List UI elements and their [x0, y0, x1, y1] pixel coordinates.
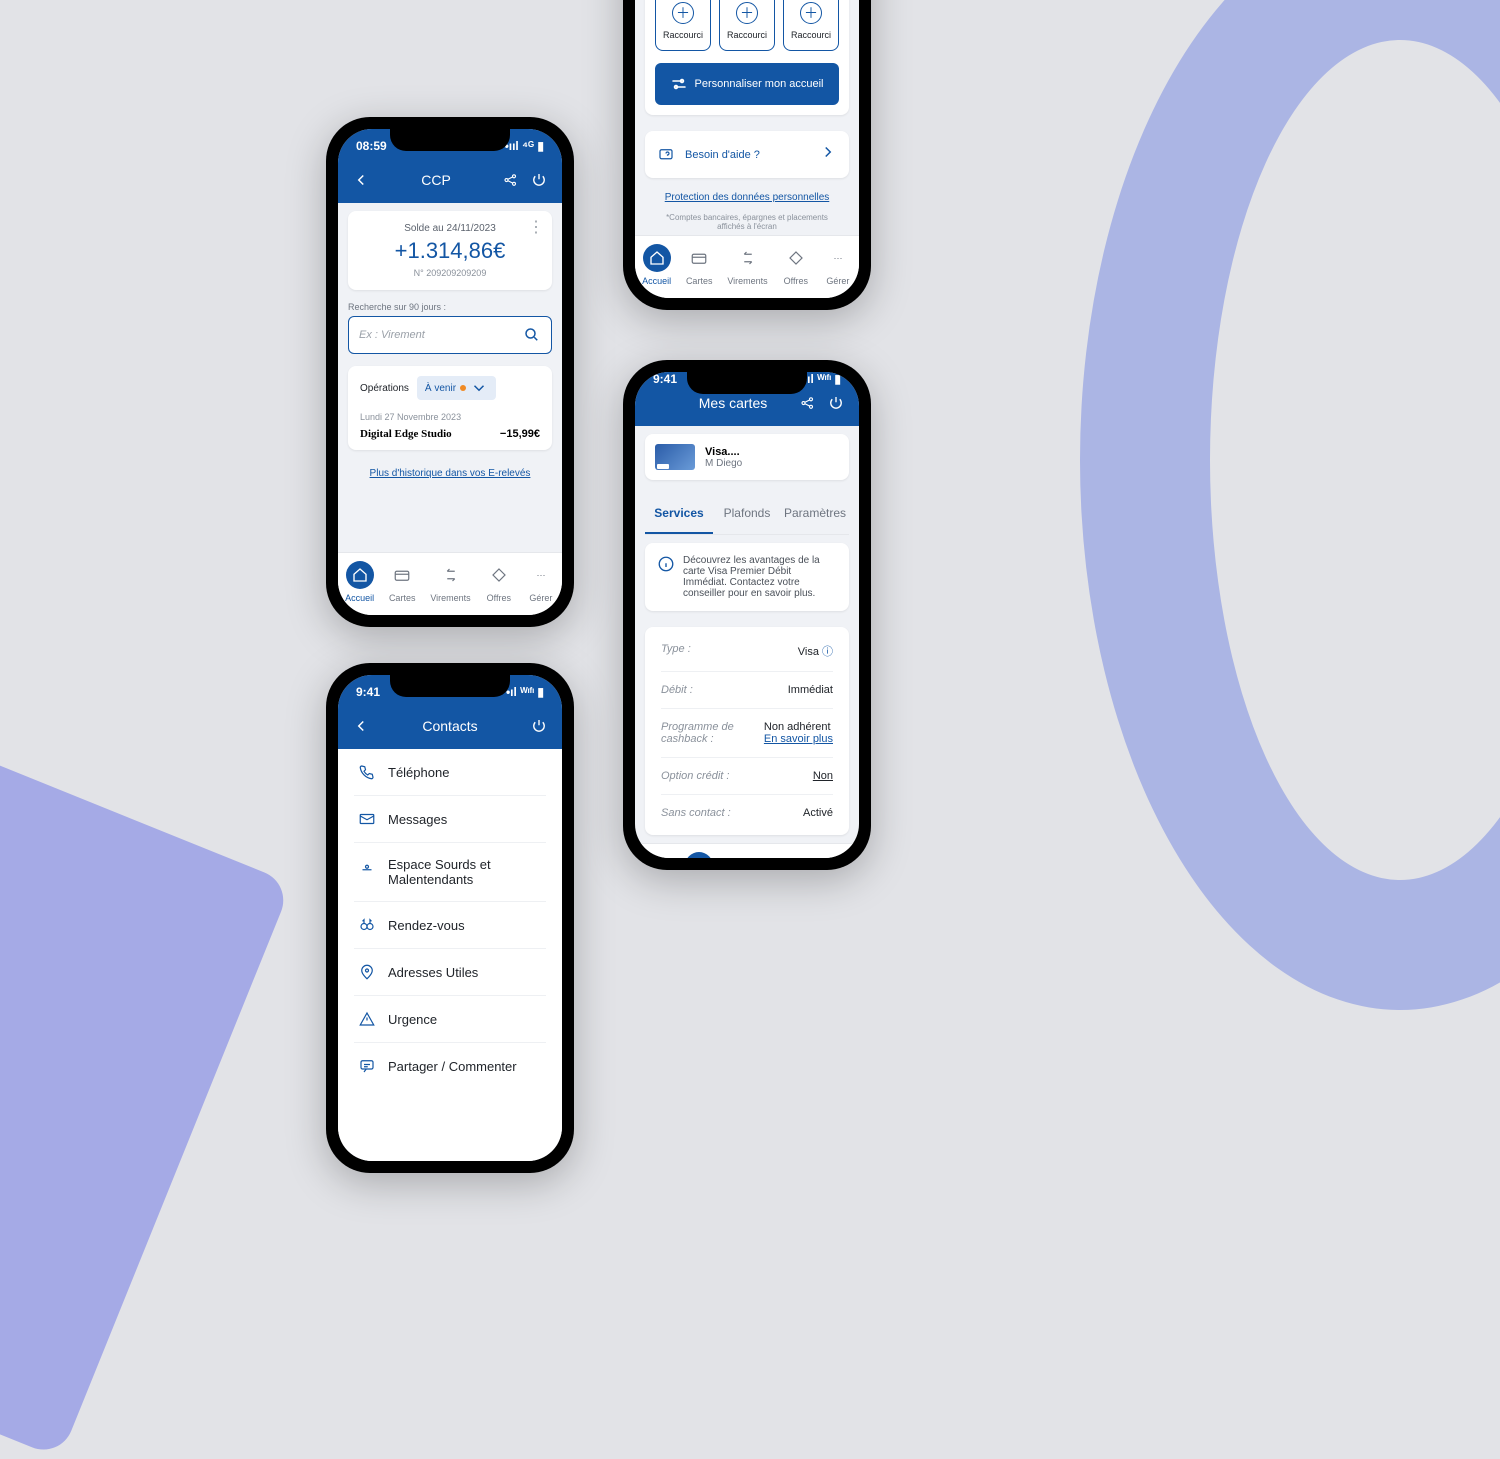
personalize-button[interactable]: Personnaliser mon accueil	[655, 63, 839, 105]
power-icon[interactable]	[530, 171, 548, 189]
phone-contacts: 9:41•ıl ᵂᶦᶠᶦ ▮ Contacts Téléphone Messag…	[326, 663, 574, 1173]
card-summary[interactable]: Visa.... M Diego	[645, 434, 849, 480]
tab-offres[interactable]: Offres	[782, 852, 810, 858]
help-card[interactable]: Besoin d'aide ?	[645, 131, 849, 178]
shortcut-add[interactable]: ＋Raccourci	[719, 0, 775, 51]
tab-bar: Accueil Cartes Virements Offres ⋯Gérer	[338, 552, 562, 615]
tab-virements[interactable]: Virements	[727, 852, 767, 858]
balance-card: ⋮ Solde au 24/11/2023 +1.314,86€ N° 2092…	[348, 211, 552, 290]
search-label: Recherche sur 90 jours :	[348, 302, 552, 312]
tab-virements[interactable]: Virements	[727, 244, 767, 286]
plus-icon: ＋	[672, 2, 694, 24]
cashback-link[interactable]: En savoir plus	[764, 733, 833, 745]
tab-offres[interactable]: Offres	[782, 244, 810, 286]
tab-plafonds[interactable]: Plafonds	[713, 494, 781, 534]
contact-phone[interactable]: Téléphone	[354, 749, 546, 796]
tab-offres[interactable]: Offres	[485, 561, 513, 603]
tab-accueil[interactable]: Accueil	[642, 244, 671, 286]
more-history-link[interactable]: Plus d'historique dans vos E-relevés	[370, 468, 531, 479]
warning-icon	[358, 1010, 376, 1028]
card-name: Visa....	[705, 446, 742, 458]
page-title: Contacts	[370, 718, 530, 734]
phone-ccp: 08:59•ııl ⁴ᴳ ▮ CCP ⋮ Solde au 24/11/2023…	[326, 117, 574, 627]
back-icon[interactable]	[352, 171, 370, 189]
card-holder: M Diego	[705, 458, 742, 469]
search-placeholder: Ex : Virement	[359, 329, 425, 341]
privacy-link[interactable]: Protection des données personnelles	[665, 192, 830, 203]
header: Contacts	[338, 709, 562, 749]
contact-messages[interactable]: Messages	[354, 796, 546, 843]
share-icon[interactable]	[502, 171, 520, 189]
phone-cards: 9:41•ıl ᵂᶦᶠᶦ ▮ Mes cartes Visa.... M Die…	[623, 360, 871, 870]
tab-services[interactable]: Services	[645, 494, 713, 534]
info-icon	[657, 555, 675, 573]
contact-share[interactable]: Partager / Commenter	[354, 1043, 546, 1089]
kv-debit: Débit :Immédiat	[661, 672, 833, 709]
op-date: Lundi 27 Novembre 2023	[360, 412, 540, 422]
pin-icon	[358, 963, 376, 981]
info-banner: Découvrez les avantages de la carte Visa…	[645, 543, 849, 611]
search-input[interactable]: Ex : Virement	[348, 316, 552, 354]
calendar-icon	[358, 916, 376, 934]
tab-bar: Accueil Cartes Virements Offres ⋯Gérer	[635, 843, 859, 858]
kv-credit: Option crédit :Non	[661, 758, 833, 795]
accessibility-icon	[358, 863, 376, 881]
plus-icon: ＋	[736, 2, 758, 24]
footnote: *Comptes bancaires, épargnes et placemen…	[655, 213, 839, 231]
tab-parametres[interactable]: Paramètres	[781, 494, 849, 534]
kv-cashback: Programme de cashback :Non adhérentEn sa…	[661, 709, 833, 758]
page-title: CCP	[370, 172, 502, 188]
tab-accueil[interactable]: Accueil	[345, 561, 374, 603]
kv-type: Type :Visa ⓘ	[661, 631, 833, 672]
chevron-right-icon	[819, 143, 837, 166]
page-title: Mes cartes	[667, 395, 799, 411]
contact-addresses[interactable]: Adresses Utiles	[354, 949, 546, 996]
phone-icon	[358, 763, 376, 781]
balance-label: Solde au 24/11/2023	[360, 223, 540, 234]
tab-accueil[interactable]: Accueil	[642, 852, 671, 858]
tab-gerer[interactable]: ⋯Gérer	[824, 244, 852, 286]
card-tabs: Services Plafonds Paramètres	[645, 494, 849, 535]
phone-home: ＋Raccourci ＋Raccourci ＋Raccourci Personn…	[623, 0, 871, 310]
info-icon[interactable]: ⓘ	[822, 646, 833, 658]
comment-icon	[358, 1057, 376, 1075]
tab-gerer[interactable]: ⋯Gérer	[527, 561, 555, 603]
plus-icon: ＋	[800, 2, 822, 24]
kv-contactless: Sans contact :Activé	[661, 795, 833, 831]
balance-value: +1.314,86€	[360, 238, 540, 264]
mail-icon	[358, 810, 376, 828]
tab-cartes[interactable]: Cartes	[685, 852, 713, 858]
help-icon	[657, 146, 675, 164]
more-icon[interactable]: ⋮	[528, 217, 544, 237]
contact-urgent[interactable]: Urgence	[354, 996, 546, 1043]
transaction-row[interactable]: Digital Edge Studio −15,99€	[360, 428, 540, 440]
header: CCP	[338, 163, 562, 203]
contact-deaf[interactable]: Espace Sourds et Malentendants	[354, 843, 546, 902]
shortcut-add[interactable]: ＋Raccourci	[783, 0, 839, 51]
credit-link[interactable]: Non	[813, 770, 833, 782]
upcoming-filter[interactable]: À venir	[417, 376, 496, 400]
tab-virements[interactable]: Virements	[430, 561, 470, 603]
account-number: N° 209209209209	[360, 268, 540, 278]
contact-appointment[interactable]: Rendez-vous	[354, 902, 546, 949]
search-icon	[523, 326, 541, 344]
tab-cartes[interactable]: Cartes	[388, 561, 416, 603]
tab-gerer[interactable]: ⋯Gérer	[824, 852, 852, 858]
power-icon[interactable]	[530, 717, 548, 735]
power-icon[interactable]	[827, 394, 845, 412]
card-thumbnail	[655, 444, 695, 470]
back-icon[interactable]	[352, 717, 370, 735]
tab-cartes[interactable]: Cartes	[685, 244, 713, 286]
tab-bar: Accueil Cartes Virements Offres ⋯Gérer	[635, 235, 859, 298]
share-icon[interactable]	[799, 394, 817, 412]
operations-label: Opérations	[360, 383, 409, 394]
shortcut-add[interactable]: ＋Raccourci	[655, 0, 711, 51]
